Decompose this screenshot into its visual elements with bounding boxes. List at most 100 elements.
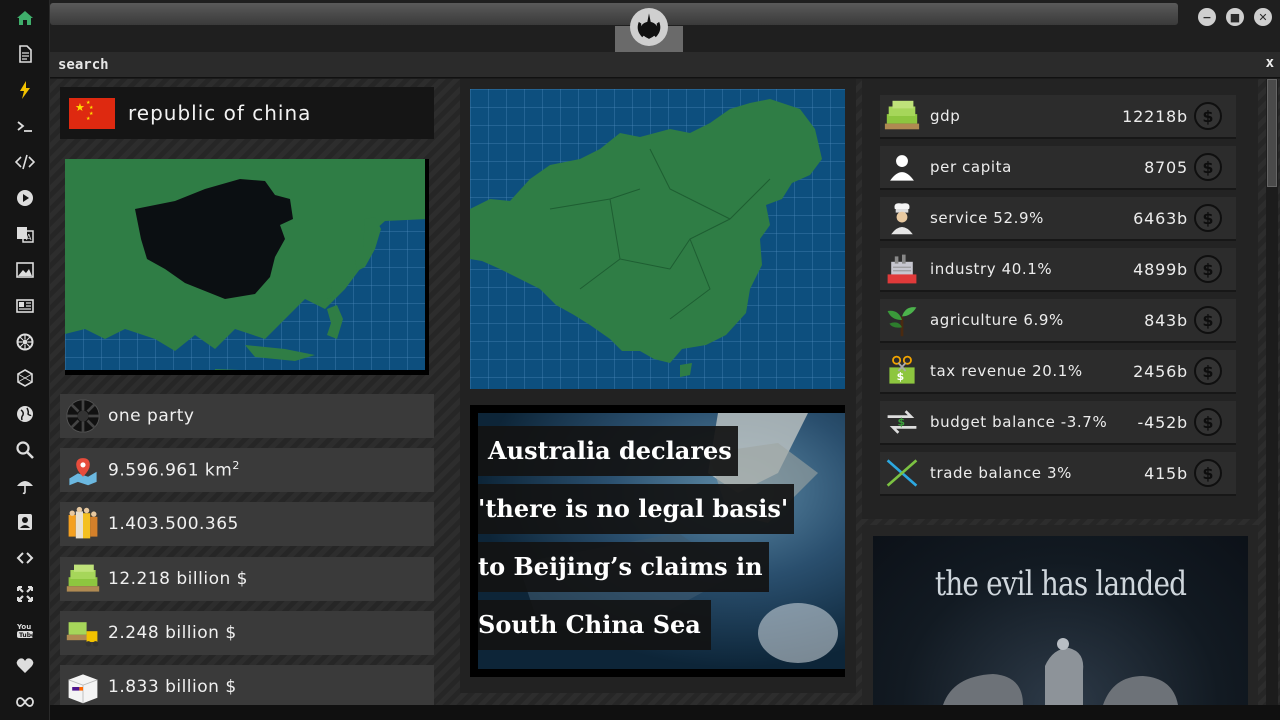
expand-icon[interactable]: [12, 581, 38, 607]
heart-icon[interactable]: [12, 653, 38, 679]
people-group-icon: [64, 505, 102, 543]
gdp-value: 12.218 billion $: [108, 569, 248, 589]
map-pin-icon: [64, 451, 102, 489]
economy-label: budget balance -3.7%: [930, 413, 1108, 431]
promo-banner[interactable]: the evil has landed: [873, 536, 1248, 705]
news-icon[interactable]: [12, 293, 38, 319]
dollar-button[interactable]: $: [1194, 408, 1222, 436]
svg-text:A: A: [26, 233, 32, 242]
person-icon: [882, 147, 922, 187]
imports-row: 1.833 billion $: [60, 665, 434, 709]
image-icon[interactable]: [12, 257, 38, 283]
economy-label: per capita: [930, 158, 1012, 176]
hexagon-icon[interactable]: [12, 365, 38, 391]
search-close-button[interactable]: x: [1266, 55, 1274, 71]
world-locator-map[interactable]: [65, 159, 429, 375]
economy-row-service: service 52.9% 6463b $: [880, 197, 1236, 239]
news-headline-line-2: 'there is no legal basis': [478, 484, 795, 534]
country-name: republic of china: [128, 101, 312, 125]
economy-value: 2456b: [1133, 361, 1188, 381]
search-input[interactable]: [50, 52, 1250, 77]
title-bar: − ■ ✕: [50, 0, 1280, 52]
svg-text:$: $: [898, 416, 906, 429]
code-icon[interactable]: [12, 149, 38, 175]
transfer-arrows-icon: $: [882, 402, 922, 442]
government-type: one party: [108, 406, 195, 426]
svg-text:Tube: Tube: [19, 632, 35, 639]
gear-icon[interactable]: [12, 329, 38, 355]
app-window: A You Tube − ■ ✕ search x ★ ★ ★ ★ ★ repu…: [0, 0, 1280, 720]
maximize-button[interactable]: ■: [1226, 8, 1244, 26]
contact-icon[interactable]: [12, 509, 38, 535]
cash-stack-icon: [64, 560, 102, 598]
vertical-scrollbar[interactable]: [1266, 79, 1278, 705]
news-headline-line-3: to Beijing’s claims in: [478, 542, 769, 592]
cash-stack-icon: [882, 96, 922, 136]
government-row: one party: [60, 394, 434, 438]
trade-cross-icon: [882, 453, 922, 493]
minimize-button[interactable]: −: [1198, 8, 1216, 26]
imports-value: 1.833 billion $: [108, 677, 237, 697]
infinity-icon[interactable]: [12, 689, 38, 715]
economy-row-industry: industry 40.1% 4899b $: [880, 248, 1236, 290]
play-icon[interactable]: [12, 185, 38, 211]
forklift-cash-icon: [64, 614, 102, 652]
china-map[interactable]: [470, 89, 845, 389]
china-flag-icon: ★ ★ ★ ★ ★: [69, 97, 115, 129]
youtube-icon[interactable]: You Tube: [12, 617, 38, 643]
globe-icon[interactable]: [12, 401, 38, 427]
dollar-button[interactable]: $: [1194, 459, 1222, 487]
fedex-box-icon: [64, 668, 102, 706]
tax-scissors-icon: $: [882, 351, 922, 391]
dollar-button[interactable]: $: [1194, 306, 1222, 334]
economy-value: -452b: [1137, 412, 1188, 432]
budget-value: 2.248 billion $: [108, 623, 237, 643]
eagle-statue-image: [943, 638, 1178, 705]
close-window-button[interactable]: ✕: [1254, 8, 1272, 26]
area-row: 9.596.961 km2: [60, 448, 434, 492]
umbrella-icon[interactable]: [12, 473, 38, 499]
sprout-icon: [882, 300, 922, 340]
economy-panel: gdp 12218b $ per capita 8705 $ service 5…: [862, 79, 1258, 519]
home-icon[interactable]: [12, 5, 38, 31]
chef-icon: [882, 198, 922, 238]
economy-label: service 52.9%: [930, 209, 1044, 227]
sidebar: A You Tube: [0, 0, 50, 720]
title-drag-strip[interactable]: [50, 3, 1178, 25]
economy-value: 843b: [1144, 310, 1188, 330]
search-icon[interactable]: [12, 437, 38, 463]
dollar-button[interactable]: $: [1194, 204, 1222, 232]
scrollbar-thumb[interactable]: [1267, 79, 1277, 187]
economy-label: tax revenue 20.1%: [930, 362, 1083, 380]
dollar-button[interactable]: $: [1194, 102, 1222, 130]
economy-value: 12218b: [1122, 106, 1188, 126]
news-card[interactable]: Australia declares 'there is no legal ba…: [470, 405, 845, 677]
terminal-icon[interactable]: [12, 113, 38, 139]
dollar-button[interactable]: $: [1194, 357, 1222, 385]
translate-icon[interactable]: A: [12, 221, 38, 247]
economy-row-agriculture: agriculture 6.9% 843b $: [880, 299, 1236, 341]
economy-row-gdp: gdp 12218b $: [880, 95, 1236, 137]
imperial-emblem-icon: [64, 397, 102, 435]
economy-label: gdp: [930, 107, 961, 125]
economy-row-trade-balance: trade balance 3% 415b $: [880, 452, 1236, 494]
factory-icon: [882, 249, 922, 289]
gdp-row: 12.218 billion $: [60, 557, 434, 601]
population-value: 1.403.500.365: [108, 514, 239, 534]
news-headline-line-1: Australia declares: [478, 426, 738, 476]
lightning-icon[interactable]: [12, 77, 38, 103]
economy-value: 4899b: [1133, 259, 1188, 279]
population-row: 1.403.500.365: [60, 502, 434, 546]
dollar-button[interactable]: $: [1194, 153, 1222, 181]
news-headline-line-4: South China Sea: [478, 600, 711, 650]
link-icon[interactable]: [12, 545, 38, 571]
economy-label: trade balance 3%: [930, 464, 1072, 482]
budget-row: 2.248 billion $: [60, 611, 434, 655]
center-column: Australia declares 'there is no legal ba…: [460, 79, 856, 693]
main-content: ★ ★ ★ ★ ★ republic of china one party 9.…: [50, 79, 1280, 709]
economy-label: industry 40.1%: [930, 260, 1053, 278]
document-icon[interactable]: [12, 41, 38, 67]
svg-text:You: You: [16, 623, 31, 631]
area-value: 9.596.961 km2: [108, 459, 240, 481]
dollar-button[interactable]: $: [1194, 255, 1222, 283]
